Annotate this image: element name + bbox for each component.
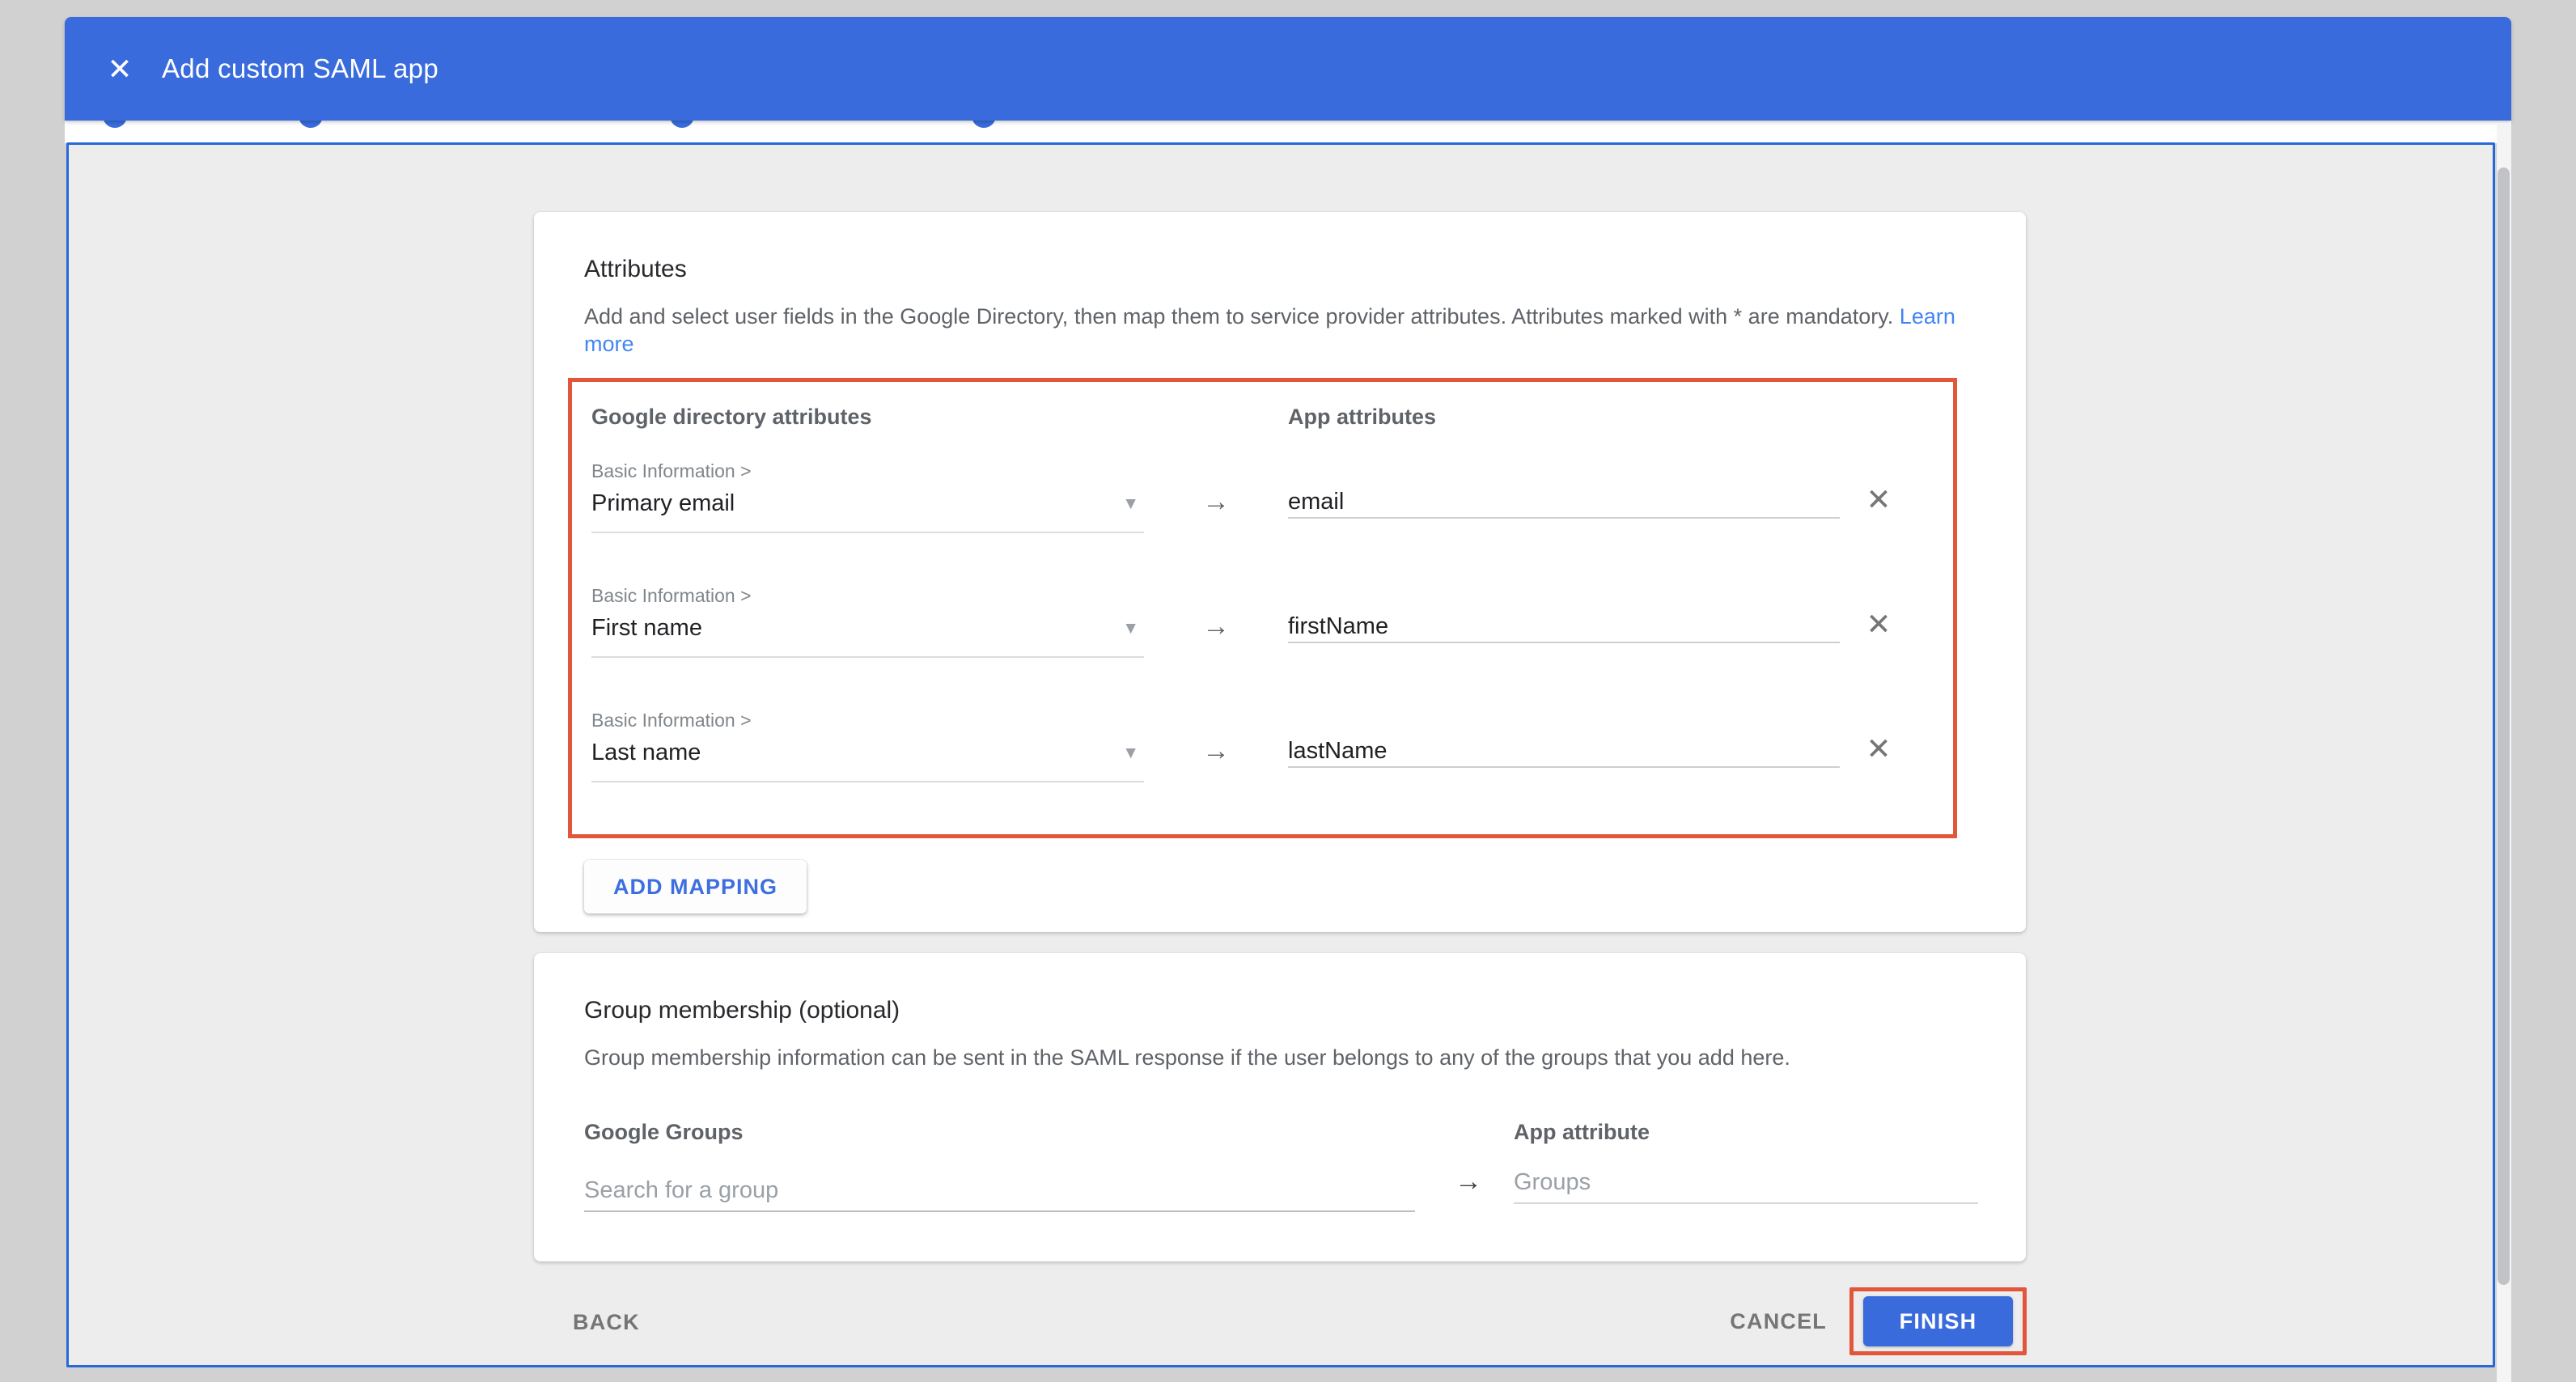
app-attribute-input-first-name[interactable]	[1288, 611, 1840, 643]
arrow-right-icon: →	[1144, 486, 1288, 517]
google-directory-attributes-header: Google directory attributes	[591, 404, 1288, 430]
directory-attribute-select-primary-email[interactable]: Basic Information > Primary email ▼	[591, 459, 1144, 533]
directory-attribute-select-first-name[interactable]: Basic Information > First name ▼	[591, 583, 1144, 658]
dialog-header: ✕ Add custom SAML app	[65, 17, 2511, 121]
dialog-title: Add custom SAML app	[162, 53, 439, 84]
mapping-row: Basic Information > Primary email ▼ → ✕	[591, 459, 1934, 533]
attributes-card-description: Add and select user fields in the Google…	[584, 303, 1976, 358]
back-button[interactable]: BACK	[565, 1300, 648, 1345]
scrollbar-track[interactable]	[2497, 123, 2511, 1382]
mapping-column-headers: Google directory attributes App attribut…	[591, 404, 1934, 430]
selected-attribute-label: Last name	[591, 740, 701, 766]
remove-mapping-button[interactable]: ✕	[1859, 729, 1898, 768]
group-app-attribute-input[interactable]	[1514, 1162, 1978, 1204]
finish-button-label: FINISH	[1900, 1309, 1977, 1334]
add-mapping-button[interactable]: ADD MAPPING	[584, 860, 807, 914]
remove-icon: ✕	[1866, 485, 1891, 515]
chevron-down-icon: ▼	[1122, 495, 1139, 512]
group-search-field	[584, 1170, 1415, 1212]
scrollbar-thumb[interactable]	[2498, 167, 2510, 1285]
attribute-category-label: Basic Information >	[591, 708, 1144, 732]
app-attribute-input-email[interactable]	[1288, 486, 1840, 519]
annotation-box-finish: FINISH	[1849, 1287, 2027, 1355]
group-search-input[interactable]	[584, 1170, 1415, 1212]
attributes-card-title: Attributes	[584, 212, 1976, 285]
remove-mapping-button[interactable]: ✕	[1859, 604, 1898, 643]
attributes-description-text: Add and select user fields in the Google…	[584, 304, 1893, 329]
attributes-card: Attributes Add and select user fields in…	[534, 212, 2026, 932]
finish-button[interactable]: FINISH	[1863, 1296, 2013, 1346]
group-card-title: Group membership (optional)	[584, 953, 1976, 1026]
chevron-down-icon: ▼	[1122, 744, 1139, 761]
selected-attribute-label: First name	[591, 615, 702, 642]
attribute-category-label: Basic Information >	[591, 459, 1144, 483]
group-membership-card: Group membership (optional) Group member…	[534, 953, 2026, 1261]
close-button[interactable]: ✕	[100, 49, 139, 88]
footer-actions: BACK CANCEL FINISH	[69, 1287, 2493, 1362]
selected-attribute-label: Primary email	[591, 490, 735, 517]
close-icon: ✕	[107, 54, 132, 84]
content-frame: Attributes Add and select user fields in…	[66, 142, 2495, 1367]
remove-icon: ✕	[1866, 609, 1891, 639]
remove-icon: ✕	[1866, 734, 1891, 764]
remove-mapping-button[interactable]: ✕	[1859, 480, 1898, 519]
app-attributes-header: App attributes	[1288, 404, 1840, 430]
header-underlay-strip	[65, 121, 2511, 143]
mapping-row: Basic Information > First name ▼ → ✕	[591, 583, 1934, 658]
group-card-description: Group membership information can be sent…	[584, 1044, 1976, 1071]
group-column-headers: Google Groups App attribute	[584, 1119, 1976, 1145]
cancel-button[interactable]: CANCEL	[1722, 1299, 1835, 1344]
arrow-right-icon: →	[1144, 611, 1288, 642]
attribute-category-label: Basic Information >	[591, 583, 1144, 608]
arrow-right-icon: →	[1144, 736, 1288, 766]
chevron-down-icon: ▼	[1122, 620, 1139, 637]
app-attribute-header: App attribute	[1514, 1119, 1976, 1145]
page-background: ✕ Add custom SAML app Attributes Add and…	[0, 0, 2576, 1382]
directory-attribute-select-last-name[interactable]: Basic Information > Last name ▼	[591, 708, 1144, 782]
annotation-box-attributes: Google directory attributes App attribut…	[568, 378, 1957, 838]
arrow-right-icon: →	[1440, 1165, 1497, 1198]
google-groups-header: Google Groups	[584, 1119, 1514, 1145]
add-mapping-label: ADD MAPPING	[613, 875, 777, 900]
mapping-row: Basic Information > Last name ▼ → ✕	[591, 708, 1934, 782]
app-attribute-input-last-name[interactable]	[1288, 736, 1840, 768]
group-app-attribute-field	[1514, 1162, 1978, 1204]
